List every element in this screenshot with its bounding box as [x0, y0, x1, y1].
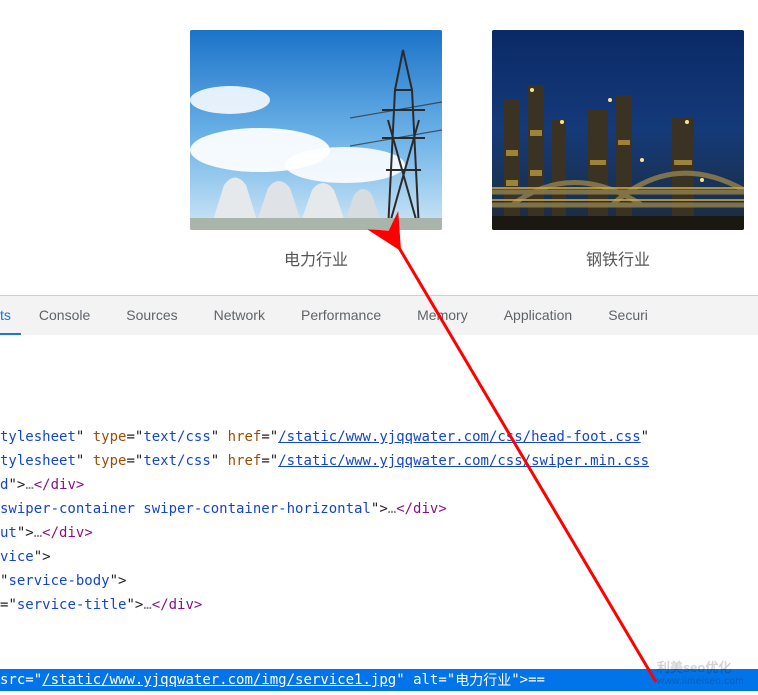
tab-security[interactable]: Securi [590, 296, 666, 335]
selected-element-line[interactable]: src="/static/www.yjqqwater.com/img/servi… [0, 669, 758, 691]
selected-src-path[interactable]: /static/www.yjqqwater.com/img/service1.j… [42, 672, 396, 688]
tab-performance[interactable]: Performance [283, 296, 399, 335]
devtools-tabbar: ts Console Sources Network Performance M… [0, 295, 758, 335]
product-label-power: 电力行业 [284, 246, 348, 270]
tab-memory[interactable]: Memory [399, 296, 486, 335]
code-line-vice[interactable]: vice"> [0, 545, 758, 569]
code-line-d[interactable]: d">…</div> [0, 473, 758, 497]
product-card-steel[interactable]: 钢铁行业 [492, 30, 744, 270]
tab-network[interactable]: Network [196, 296, 283, 335]
code-line-link1[interactable]: tylesheet" type="text/css" href="/static… [0, 425, 758, 449]
link-href-2[interactable]: /static/www.yjqqwater.com/css/swiper.min… [278, 453, 649, 469]
product-image-power [190, 30, 442, 230]
product-label-steel: 钢铁行业 [586, 246, 650, 270]
product-gallery: 电力行业 [0, 0, 758, 295]
link-href-1[interactable]: /static/www.yjqqwater.com/css/head-foot.… [278, 429, 640, 445]
tab-sources[interactable]: Sources [108, 296, 195, 335]
tab-application[interactable]: Application [486, 296, 591, 335]
product-image-steel [492, 30, 744, 230]
elements-source-panel[interactable]: tylesheet" type="text/css" href="/static… [0, 335, 758, 617]
code-line-service-title[interactable]: ="service-title">…</div> [0, 593, 758, 617]
product-card-power[interactable]: 电力行业 [190, 30, 442, 270]
code-line-link2[interactable]: tylesheet" type="text/css" href="/static… [0, 449, 758, 473]
tab-elements[interactable]: ts [0, 296, 21, 335]
code-line-ut[interactable]: ut">…</div> [0, 521, 758, 545]
code-line-service-body[interactable]: "service-body"> [0, 569, 758, 593]
code-line-swiper[interactable]: swiper-container swiper-container-horizo… [0, 497, 758, 521]
tab-console[interactable]: Console [21, 296, 108, 335]
